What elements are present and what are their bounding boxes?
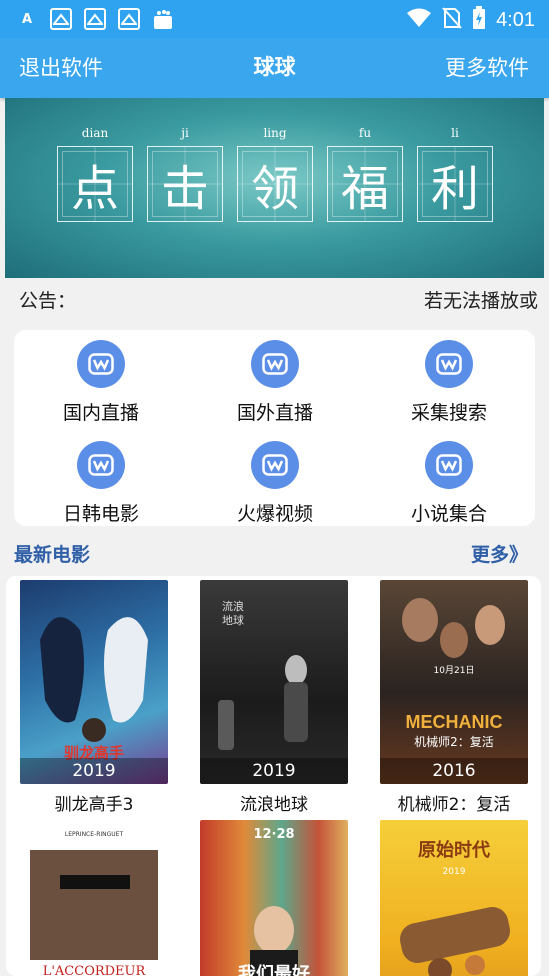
- menu-item-label: 国内直播: [62, 402, 139, 424]
- movie-year: 2019: [200, 758, 348, 784]
- movie-title: 驯龙高手3: [54, 795, 134, 815]
- category-grid: 国内直播 国外直播 采集搜索 日韩电影 火爆视频 小说集合: [14, 330, 535, 526]
- banner-pinyin: li: [451, 126, 459, 140]
- banner-char: 点: [57, 146, 133, 222]
- movie-card[interactable]: 原始时代 2019: [380, 820, 528, 976]
- bird-app-icon: [84, 8, 106, 30]
- w-logo-icon: [77, 441, 125, 489]
- w-logo-icon: [251, 340, 299, 388]
- banner-char: 领: [237, 146, 313, 222]
- movie-card[interactable]: LEPRINCE-RINGUET L'ACCORDEUR: [20, 820, 168, 976]
- section-title: 最新电影: [14, 544, 91, 566]
- movie-title: 机械师2：复活: [397, 795, 511, 815]
- movie-poster: 驯龙高手 2019: [20, 580, 168, 784]
- movie-card[interactable]: 流浪 地球 2019 流浪地球: [200, 580, 348, 815]
- no-sim-icon: [442, 7, 462, 33]
- svg-text:地球: 地球: [222, 613, 244, 627]
- bird-app-icon: [50, 8, 72, 30]
- movie-poster: 12·28 我们最好: [200, 820, 348, 976]
- more-apps-button[interactable]: 更多软件: [445, 52, 529, 82]
- battery-charging-icon: [472, 6, 486, 34]
- movie-poster: 流浪 地球 2019: [200, 580, 348, 784]
- svg-text:2019: 2019: [443, 867, 466, 877]
- menu-item-label: 采集搜索: [410, 402, 487, 424]
- banner-pinyin: dian: [81, 126, 109, 140]
- svg-text:我们最好: 我们最好: [238, 963, 310, 976]
- banner-pinyin: ji: [181, 126, 189, 140]
- svg-text:流浪: 流浪: [222, 599, 244, 613]
- menu-item-domestic-live[interactable]: 国内直播: [14, 334, 188, 430]
- movie-poster: 10月21日 MECHANIC 机械师2：复活 2016: [380, 580, 528, 784]
- svg-text:L'ACCORDEUR: L'ACCORDEUR: [43, 964, 147, 976]
- movie-card[interactable]: 驯龙高手 2019 驯龙高手3: [20, 580, 168, 815]
- menu-item-label: 国外直播: [236, 402, 313, 424]
- w-logo-icon: [77, 340, 125, 388]
- movie-list: 驯龙高手 2019 驯龙高手3 流浪 地球 2019 流浪地球 10月21日 M…: [6, 576, 541, 976]
- svg-text:机械师2：复活: 机械师2：复活: [414, 734, 494, 749]
- more-movies-link[interactable]: 更多》: [471, 540, 528, 567]
- menu-item-jp-kr-movies[interactable]: 日韩电影: [14, 435, 188, 531]
- movie-year: 2019: [20, 758, 168, 784]
- menu-item-label: 日韩电影: [62, 503, 139, 525]
- notice-text: 若无法播放或: [423, 290, 538, 312]
- menu-item-label: 小说集合: [410, 503, 487, 525]
- svg-text:10月21日: 10月21日: [434, 665, 475, 676]
- clock: 4:01: [496, 8, 535, 31]
- movie-card[interactable]: 10月21日 MECHANIC 机械师2：复活 2016 机械师2：复活: [380, 580, 528, 815]
- banner-pinyin: fu: [358, 126, 372, 140]
- w-logo-icon: [425, 340, 473, 388]
- notice-bar: 公告： 若无法播放或: [0, 280, 549, 316]
- movie-card[interactable]: 12·28 我们最好: [200, 820, 348, 976]
- status-bar: A 4:01: [0, 0, 549, 38]
- movie-poster: 原始时代 2019: [380, 820, 528, 976]
- svg-text:12·28: 12·28: [253, 827, 294, 842]
- menu-item-label: 火爆视频: [236, 503, 313, 525]
- banner-char: 福: [327, 146, 403, 222]
- banner-pinyin: ling: [263, 126, 287, 140]
- menu-item-foreign-live[interactable]: 国外直播: [188, 334, 362, 430]
- bird-app-icon: [118, 8, 140, 30]
- shopping-bag-icon: [152, 8, 174, 30]
- notice-label: 公告：: [19, 290, 77, 312]
- movie-poster: LEPRINCE-RINGUET L'ACCORDEUR: [20, 820, 168, 976]
- banner-char: 利: [417, 146, 493, 222]
- svg-text:LEPRINCE-RINGUET: LEPRINCE-RINGUET: [65, 831, 124, 838]
- menu-item-search[interactable]: 采集搜索: [362, 334, 536, 430]
- menu-item-hot-videos[interactable]: 火爆视频: [188, 435, 362, 531]
- movie-title: 流浪地球: [240, 795, 308, 815]
- app-header: 退出软件 球球 更多软件: [0, 38, 549, 98]
- svg-text:原始时代: 原始时代: [418, 839, 490, 861]
- promo-banner[interactable]: dian ji ling fu li 点 击 领 福 利: [5, 98, 544, 278]
- wifi-icon: [406, 8, 432, 32]
- movie-year: 2016: [380, 758, 528, 784]
- w-logo-icon: [425, 441, 473, 489]
- menu-item-novels[interactable]: 小说集合: [362, 435, 536, 531]
- svg-text:MECHANIC: MECHANIC: [406, 712, 503, 732]
- w-logo-icon: [251, 441, 299, 489]
- banner-char: 击: [147, 146, 223, 222]
- font-a-icon: A: [21, 11, 33, 27]
